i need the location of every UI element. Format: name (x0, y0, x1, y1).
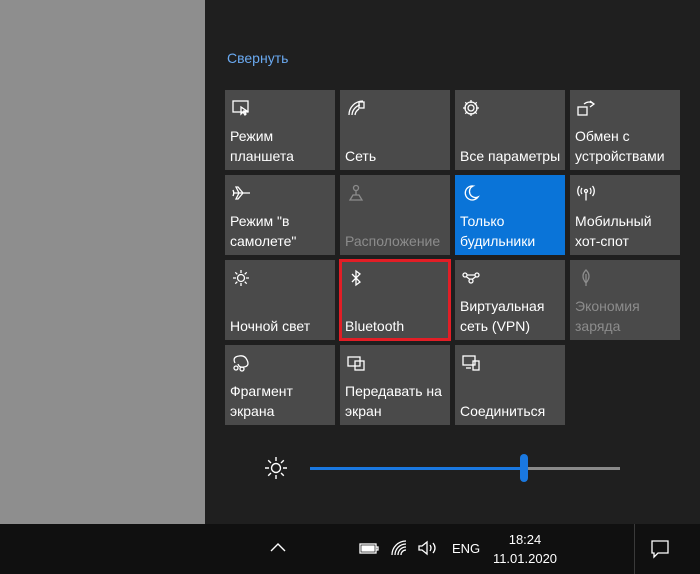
tile-label: Передавать на экран (345, 383, 442, 419)
tile-label: Экономия заряда (575, 298, 640, 334)
tile-screen-snip[interactable]: Фрагмент экрана (225, 345, 335, 425)
network-icon (346, 98, 366, 118)
brightness-slider[interactable] (310, 454, 620, 482)
brightness-slider-thumb[interactable] (519, 454, 528, 482)
snip-icon (231, 353, 251, 373)
moon-icon (461, 183, 481, 203)
vpn-icon (461, 268, 481, 288)
tile-tablet-mode[interactable]: Режим планшета (225, 90, 335, 170)
gear-icon (461, 98, 481, 118)
tile-label: Режим "в самолете" (230, 213, 297, 249)
wifi-icon[interactable] (390, 539, 410, 557)
language-indicator[interactable]: ENG (452, 541, 480, 556)
brightness-icon (263, 455, 289, 481)
taskbar: ENG 18:24 11.01.2020 (0, 524, 700, 574)
location-icon (346, 183, 366, 203)
tablet-mode-icon (231, 98, 251, 118)
tile-label: Сеть (345, 148, 377, 164)
tile-label: Виртуальная сеть (VPN) (460, 298, 545, 334)
tile-label: Расположение (345, 233, 441, 249)
desktop-area (0, 0, 205, 524)
tile-all-settings[interactable]: Все параметры (455, 90, 565, 170)
airplane-icon (231, 183, 251, 203)
night-light-icon (231, 268, 251, 288)
tile-connect[interactable]: Соединиться (455, 345, 565, 425)
battery-icon[interactable] (358, 541, 380, 557)
tile-label: Соединиться (460, 403, 546, 419)
battery-saver-icon (576, 268, 596, 288)
tile-label: Все параметры (460, 148, 561, 164)
volume-icon[interactable] (417, 539, 439, 557)
collapse-link[interactable]: Свернуть (227, 50, 288, 66)
bluetooth-icon (346, 268, 366, 288)
tile-project[interactable]: Передавать на экран (340, 345, 450, 425)
notification-center-button[interactable] (634, 524, 685, 574)
tile-airplane-mode[interactable]: Режим "в самолете" (225, 175, 335, 255)
tile-night-light[interactable]: Ночной свет (225, 260, 335, 340)
tile-focus-assist[interactable]: Только будильники (455, 175, 565, 255)
tile-bluetooth[interactable]: Bluetooth (339, 259, 451, 341)
brightness-slider-fill (310, 467, 524, 470)
clock[interactable]: 18:24 11.01.2020 (490, 530, 560, 568)
notifications-icon (650, 539, 670, 564)
chevron-up-icon[interactable] (270, 541, 286, 553)
tile-label: Bluetooth (345, 318, 405, 334)
clock-date: 11.01.2020 (492, 551, 558, 566)
tile-label: Ночной свет (230, 318, 311, 334)
connect-icon (461, 353, 481, 373)
tile-label: Режим планшета (230, 128, 294, 164)
clock-time: 18:24 (508, 532, 542, 547)
tile-location[interactable]: Расположение (340, 175, 450, 255)
tile-label: Только будильники (460, 213, 536, 249)
tile-nearby-sharing[interactable]: Обмен с устройствами (570, 90, 680, 170)
tile-vpn[interactable]: Виртуальная сеть (VPN) (455, 260, 565, 340)
tile-label: Обмен с устройствами (575, 128, 665, 164)
nearby-sharing-icon (576, 98, 596, 118)
tile-label: Фрагмент экрана (230, 383, 293, 419)
tile-battery-saver[interactable]: Экономия заряда (570, 260, 680, 340)
tile-label: Мобильный хот-спот (575, 213, 652, 249)
hotspot-icon (576, 183, 596, 203)
project-icon (346, 353, 366, 373)
tile-network[interactable]: Сеть (340, 90, 450, 170)
tile-mobile-hotspot[interactable]: Мобильный хот-спот (570, 175, 680, 255)
